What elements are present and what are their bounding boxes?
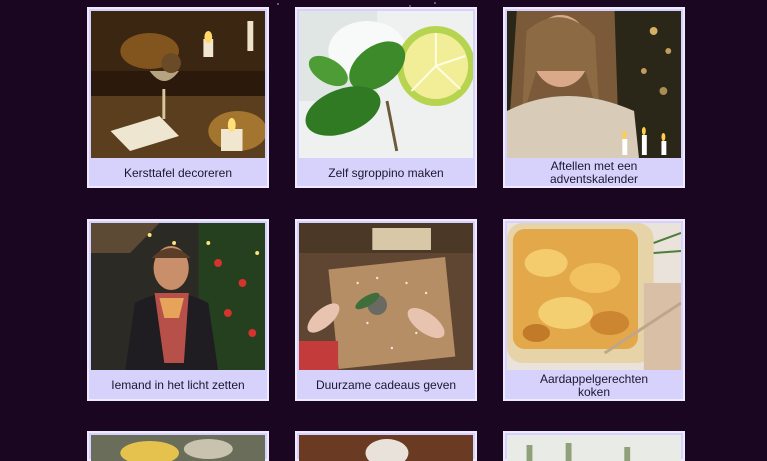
card-partial-2[interactable] [295,431,477,461]
card-sgroppino[interactable]: Zelf sgroppino maken [295,7,477,188]
man-market-image [91,223,265,370]
partial-image-2 [299,435,473,461]
card-label: Aftellen met een adventskalender [549,159,639,186]
card-partial-1[interactable] [87,431,269,461]
card-duurzame-cadeaus[interactable]: Duurzame cadeaus geven [295,219,477,401]
gift-wrapping-image [299,223,473,370]
activity-grid: Kersttafel decoreren Zelf sgroppino make… [0,0,767,461]
card-licht-zetten[interactable]: Iemand in het licht zetten [87,219,269,401]
card-adventskalender[interactable]: Aftellen met een adventskalender [503,7,685,188]
card-aardappelgerechten[interactable]: Aardappelgerechten koken [503,219,685,401]
candlelit-table-image [91,11,265,158]
card-label: Duurzame cadeaus geven [315,378,457,392]
gratin-image [507,223,681,370]
card-label: Zelf sgroppino maken [328,165,444,180]
card-kersttafel[interactable]: Kersttafel decoreren [87,7,269,188]
card-label: Iemand in het licht zetten [111,378,245,392]
partial-image-1 [91,435,265,461]
card-label: Aardappelgerechten koken [539,371,649,399]
card-label: Kersttafel decoreren [123,165,233,180]
woman-candles-image [507,11,681,158]
sgroppino-image [299,11,473,158]
partial-image-3 [507,435,681,461]
card-partial-3[interactable] [503,431,685,461]
